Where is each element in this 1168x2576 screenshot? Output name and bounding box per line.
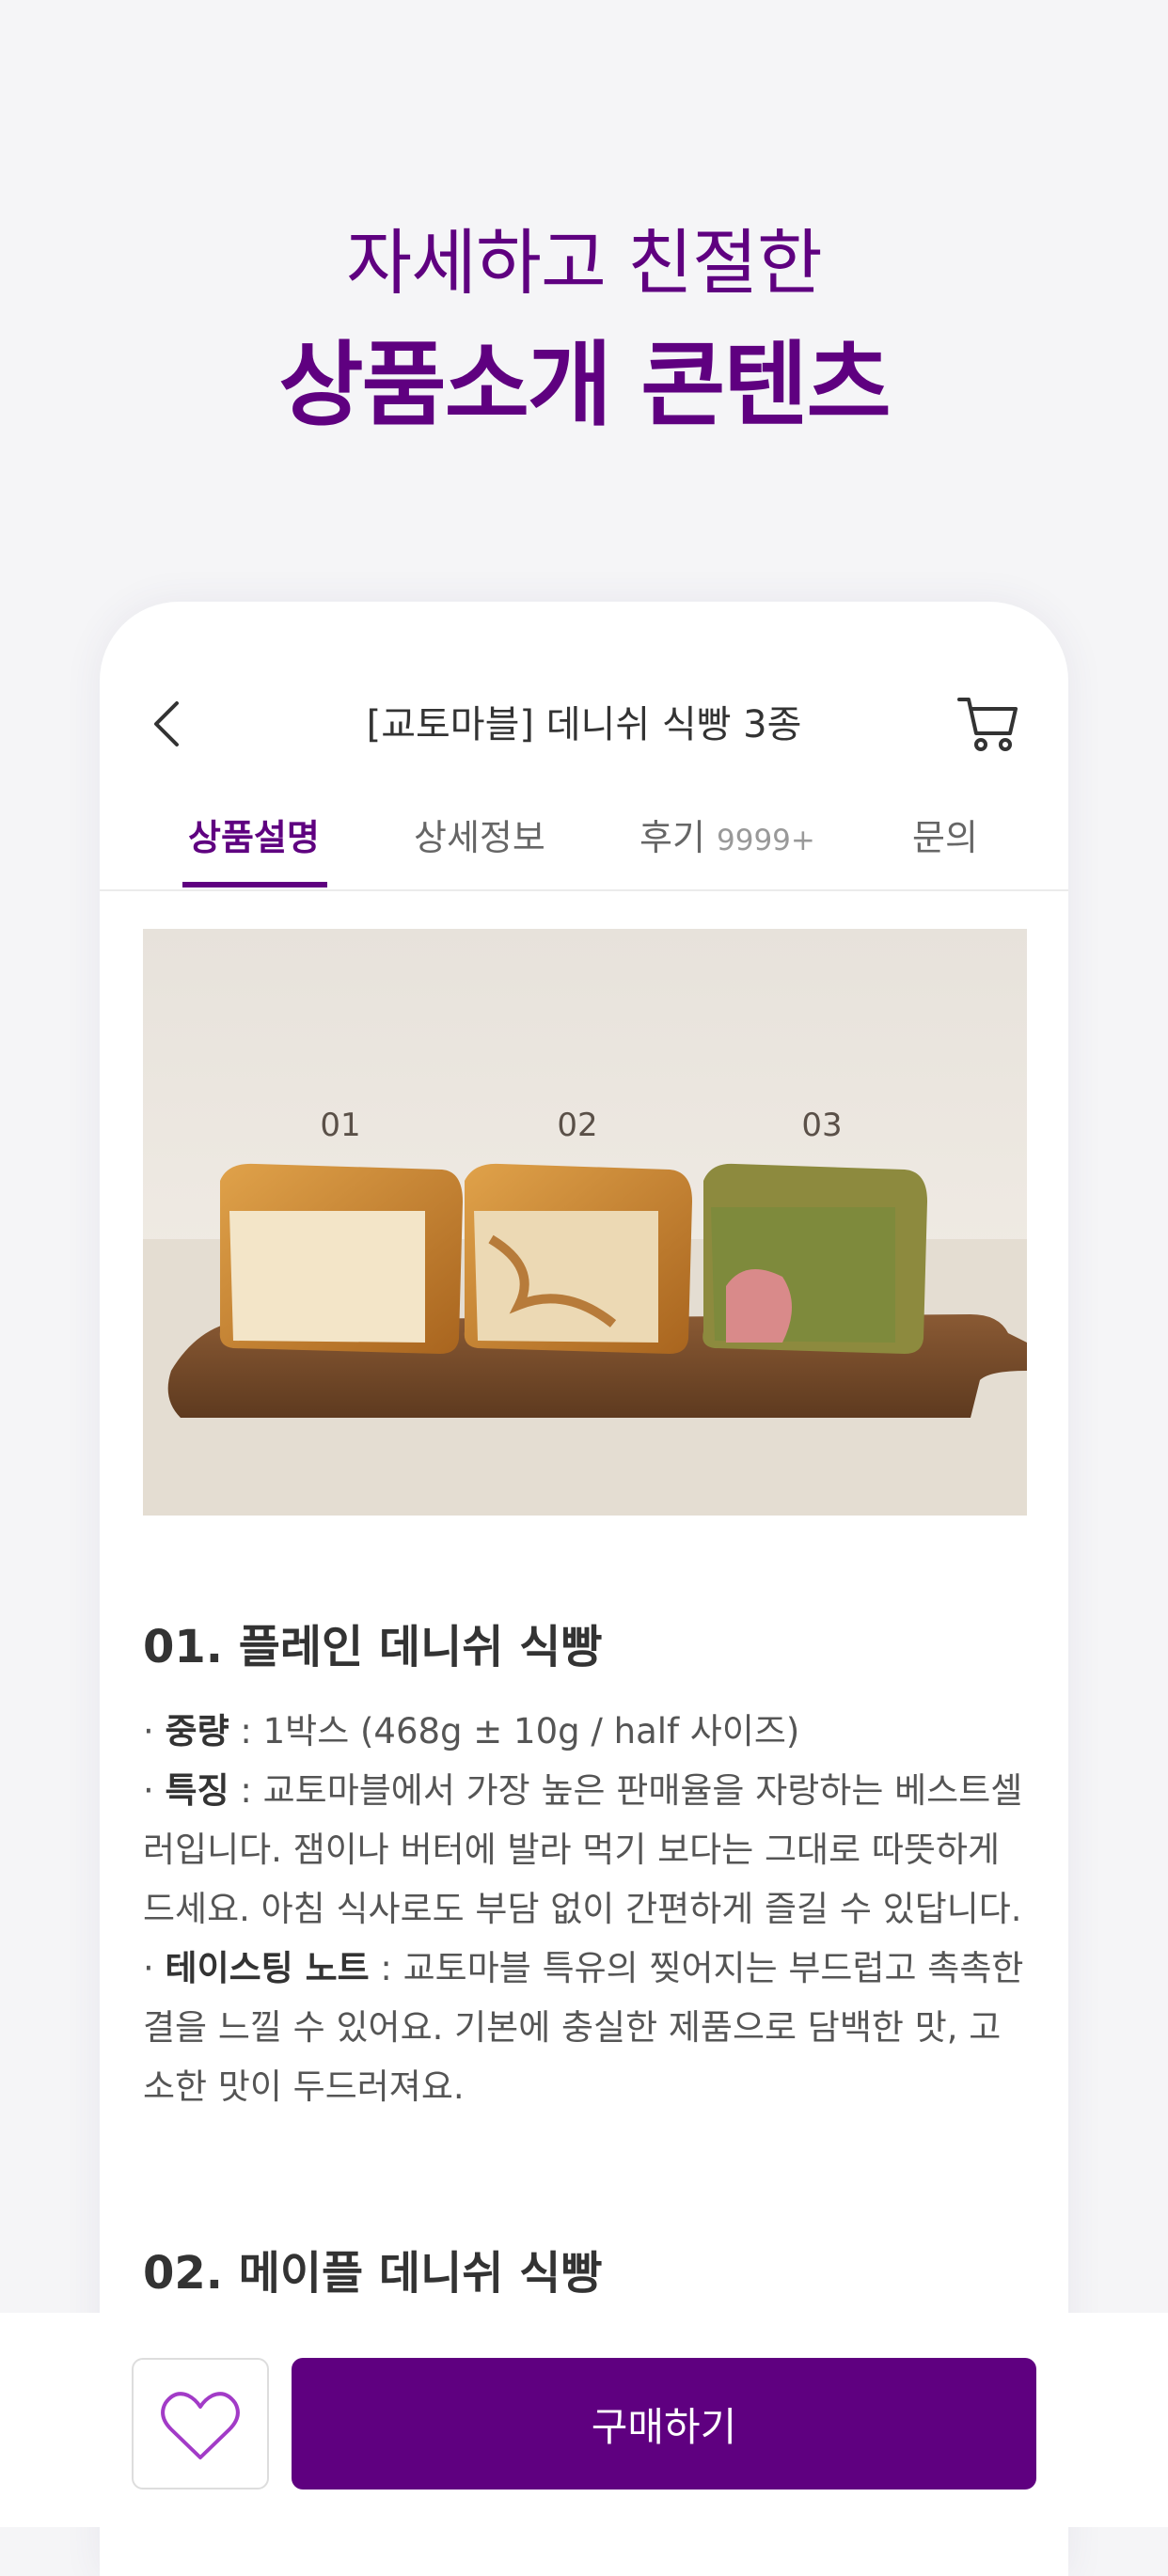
hero-label-02: 02 xyxy=(557,1107,597,1144)
like-button[interactable] xyxy=(132,2358,269,2490)
tasting-text-2: 결을 느낄 수 있어요. 기본에 충실한 제품으로 담백한 맛, 고 xyxy=(143,2007,1002,2048)
cart-button[interactable] xyxy=(955,692,1021,754)
bread-illustration: 01 02 03 xyxy=(143,1107,1027,1516)
top-bar: [교토마블] 데니쉬 식빵 3종 xyxy=(100,602,1068,771)
product-image: 01 02 03 xyxy=(143,929,1027,1516)
feature-text-3: 드세요. 아침 식사로도 부담 없이 간편하게 즐길 수 있답니다. xyxy=(143,1889,1022,1929)
feature-label: 특징 xyxy=(165,1770,229,1811)
weight-value: : 1박스 (468g ± 10g / half 사이즈) xyxy=(229,1711,800,1751)
tasting-text-1: : 교토마블 특유의 찢어지는 부드럽고 촉촉한 xyxy=(369,1948,1024,1988)
tab-reviews[interactable]: 후기 9999+ xyxy=(639,809,815,860)
weight-line: · 중량 : 1박스 (468g ± 10g / half 사이즈) xyxy=(143,1711,800,1751)
tasting-label: 테이스팅 노트 xyxy=(165,1948,370,1988)
promo-subtitle: 자세하고 친절한 xyxy=(346,221,823,305)
tasting-text-3: 소한 맛이 두드러져요. xyxy=(143,2066,465,2107)
tasting-line: · 테이스팅 노트 : 교토마블 특유의 찢어지는 부드럽고 촉촉한 xyxy=(143,1948,1024,1988)
feature-text-1: : 교토마블에서 가장 높은 판매율을 자랑하는 베스트셀 xyxy=(229,1770,1023,1811)
buy-button[interactable]: 구매하기 xyxy=(292,2358,1036,2490)
feature-text-2: 러입니다. 잼이나 버터에 발라 먹기 보다는 그대로 따뜻하게 xyxy=(143,1830,1001,1870)
feature-line: · 특징 : 교토마블에서 가장 높은 판매율을 자랑하는 베스트셀 xyxy=(143,1770,1023,1811)
weight-label: 중량 xyxy=(165,1711,229,1751)
cart-icon xyxy=(957,698,1018,751)
product-1-description: · 중량 : 1박스 (468g ± 10g / half 사이즈) · 특징 … xyxy=(143,1702,1036,2116)
promo-title: 상품소개 콘텐츠 xyxy=(278,332,891,439)
tab-details[interactable]: 상세정보 xyxy=(414,809,545,860)
tab-bar: 상품설명 상세정보 후기 9999+ 문의 xyxy=(100,799,1068,891)
heart-icon xyxy=(161,2392,240,2459)
hero-label-01: 01 xyxy=(320,1107,360,1144)
active-tab-indicator xyxy=(182,882,327,887)
tab-reviews-label: 후기 xyxy=(639,817,705,858)
hero-label-03: 03 xyxy=(801,1107,842,1144)
page-title: [교토마블] 데니쉬 식빵 3종 xyxy=(366,703,802,746)
tab-description[interactable]: 상품설명 xyxy=(188,809,320,860)
phone-frame: [교토마블] 데니쉬 식빵 3종 상품설명 상세정보 후기 9999+ 문의 0… xyxy=(100,602,1068,2576)
product-1-title: 01. 플레인 데니쉬 식빵 xyxy=(143,1621,603,1673)
tab-inquiry[interactable]: 문의 xyxy=(912,809,978,860)
review-count: 9999+ xyxy=(717,824,815,857)
product-2-title: 02. 메이플 데니쉬 식빵 xyxy=(143,2247,603,2300)
bottom-action-bar: 구매하기 xyxy=(0,2313,1168,2527)
